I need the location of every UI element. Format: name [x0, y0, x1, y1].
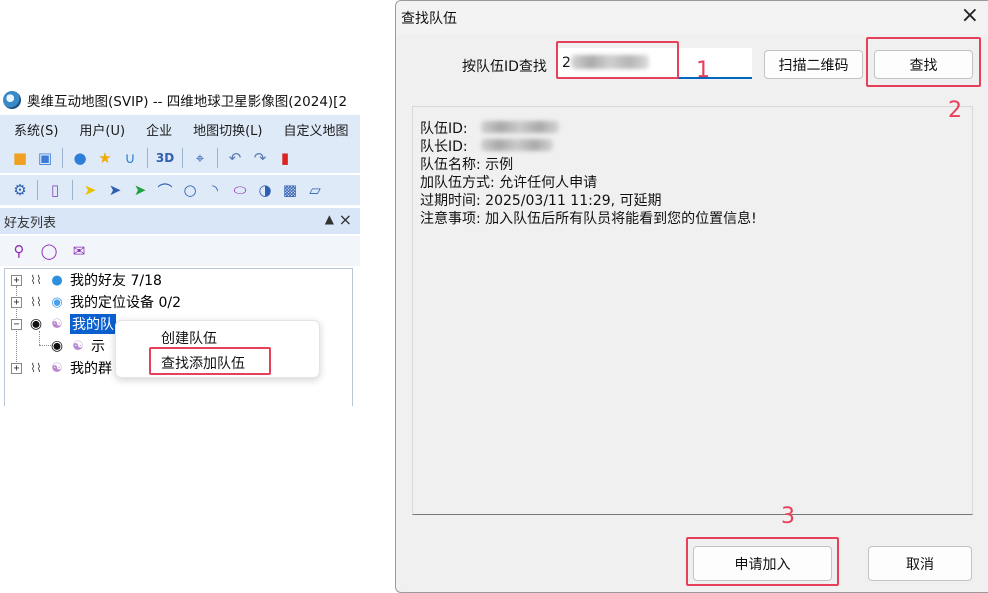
eye-open-icon[interactable]: ◉: [26, 316, 46, 332]
eye-closed-icon[interactable]: ⌇⌇: [26, 295, 46, 309]
dialog-title: 查找队伍: [401, 11, 457, 27]
main-toolbar: ■ ▣ ● ★ ∪ 3D ⌖ ↶ ↷ ▮: [0, 143, 360, 173]
friends-panel-tools: ⚲ ◯ ✉: [0, 236, 360, 266]
collapse-icon[interactable]: −: [11, 318, 22, 330]
team-name-info: 队伍名称: 示例: [420, 157, 514, 173]
team-id-info: 队伍ID:: [420, 121, 468, 137]
group-icon: ☯: [72, 338, 84, 354]
team-id-label: 按队伍ID查找: [462, 59, 547, 75]
find-team-dialog: 查找队伍 × 按队伍ID查找 扫描二维码 查找 队伍ID: 队长ID: 队伍名称…: [395, 0, 988, 593]
arc-tool-icon[interactable]: ◝: [205, 180, 225, 200]
settings-gear-icon[interactable]: ⚙: [10, 180, 30, 200]
person-icon: ●: [51, 272, 63, 288]
toolbar-separator: [72, 180, 73, 200]
app-title: 奥维互动地图(SVIP) -- 四维地球卫星影像图(2024)[2: [27, 94, 348, 110]
panel-title: 好友列表: [4, 215, 57, 231]
menu-map-switch[interactable]: 地图切换(L): [179, 120, 269, 139]
circle-tool-icon[interactable]: ○: [180, 180, 200, 200]
location-pin-icon: ◉: [51, 294, 63, 310]
tree-item-teams[interactable]: − ◉ ☯ 我的队: [5, 313, 116, 335]
leader-id-info: 队长ID:: [420, 139, 468, 155]
toolbar-separator: [147, 148, 148, 168]
menu-more[interactable]: 地: [356, 120, 361, 139]
friends-panel-header: 好友列表 ▲ ×: [0, 208, 360, 234]
annotation-highlight-box: [149, 347, 271, 375]
menu-bar: 系统(S) 用户(U) 企业 地图切换(L) 自定义地图 地: [0, 115, 360, 143]
tree-item-label: 我的定位设备 0/2: [70, 295, 181, 311]
chat-bubble-icon[interactable]: ◯: [40, 242, 58, 260]
redacted-leader-id: [481, 139, 553, 151]
users-icon[interactable]: ●: [70, 148, 90, 168]
ellipse-tool-icon[interactable]: ⬭: [230, 180, 250, 200]
hatched-square-icon[interactable]: ▩: [280, 180, 300, 200]
tree-item-devices[interactable]: + ⌇⌇ ◉ 我的定位设备 0/2: [5, 291, 181, 313]
toolbar-separator: [62, 148, 63, 168]
polygon-tool-icon[interactable]: ▱: [305, 180, 325, 200]
group-icon: ☯: [51, 360, 63, 376]
line-tool-icon[interactable]: ⌒: [155, 180, 175, 200]
yellow-pin-icon[interactable]: ➤: [80, 180, 100, 200]
dialog-title-bar: 查找队伍 ×: [396, 1, 988, 34]
app-logo-icon: [3, 91, 21, 109]
redacted-id-blur: [571, 55, 649, 69]
redo-icon[interactable]: ↷: [250, 148, 270, 168]
annotation-step1: 1: [696, 58, 710, 83]
redacted-team-id: [481, 121, 559, 133]
undo-icon[interactable]: ↶: [225, 148, 245, 168]
expand-icon[interactable]: +: [11, 296, 22, 308]
tree-item-label-selected: 我的队: [70, 314, 116, 334]
scan-qr-button[interactable]: 扫描二维码: [764, 50, 863, 79]
notice-info: 注意事项: 加入队伍后所有队员将能看到您的位置信息!: [420, 211, 757, 227]
menu-system[interactable]: 系统(S): [0, 120, 65, 139]
group-icon: ☯: [51, 316, 63, 332]
3d-view-icon[interactable]: 3D: [155, 148, 175, 168]
expand-icon[interactable]: +: [11, 362, 22, 374]
menu-user[interactable]: 用户(U): [65, 120, 132, 139]
eye-closed-icon[interactable]: ⌇⌇: [26, 273, 46, 287]
cancel-button[interactable]: 取消: [868, 546, 972, 581]
search-button[interactable]: 查找: [874, 50, 973, 79]
tree-item-groups[interactable]: + ⌇⌇ ☯ 我的群: [5, 357, 112, 379]
menu-custom-map[interactable]: 自定义地图: [269, 120, 355, 139]
expiry-info: 过期时间: 2025/03/11 11:29, 可延期: [420, 193, 662, 209]
menu-item-create-team[interactable]: 创建队伍: [161, 328, 217, 348]
apply-join-button[interactable]: 申请加入: [693, 546, 832, 581]
tree-item-friends[interactable]: + ⌇⌇ ● 我的好友 7/18: [5, 269, 162, 291]
drawing-toolbar: ⚙ ▯ ➤ ➤ ➤ ⌒ ○ ◝ ⬭ ◑ ▩ ▱: [0, 175, 360, 205]
toolbar-separator: [217, 148, 218, 168]
close-icon[interactable]: ×: [961, 4, 979, 28]
app-title-bar: 奥维互动地图(SVIP) -- 四维地球卫星影像图(2024)[2: [0, 86, 360, 114]
tree-item-label: 我的好友 7/18: [70, 273, 162, 289]
pin-icon[interactable]: ▲: [325, 212, 334, 226]
document-icon[interactable]: ▯: [45, 180, 65, 200]
save-icon[interactable]: ▣: [35, 148, 55, 168]
tree-item-team-sample[interactable]: ◉ ☯ 示: [47, 335, 105, 357]
menu-enterprise[interactable]: 企业: [132, 120, 179, 139]
team-info-panel: 队伍ID: 队长ID: 队伍名称: 示例 加队伍方式: 允许任何人申请 过期时间…: [412, 106, 973, 515]
join-mode-info: 加队伍方式: 允许任何人申请: [420, 175, 598, 191]
route-icon[interactable]: ∪: [120, 148, 140, 168]
hatched-circle-icon[interactable]: ◑: [255, 180, 275, 200]
toolbar-separator: [37, 180, 38, 200]
annotation-step2: 2: [948, 98, 962, 123]
open-folder-icon[interactable]: ■: [10, 148, 30, 168]
green-pin-icon[interactable]: ➤: [130, 180, 150, 200]
eye-closed-icon[interactable]: ⌇⌇: [26, 361, 46, 375]
blue-pin-icon[interactable]: ➤: [105, 180, 125, 200]
favorites-star-icon[interactable]: ★: [95, 148, 115, 168]
expand-icon[interactable]: +: [11, 274, 22, 286]
tree-item-label: 示: [91, 339, 105, 355]
crop-icon[interactable]: ⌖: [190, 148, 210, 168]
search-icon[interactable]: ⚲: [10, 242, 28, 260]
mail-icon[interactable]: ✉: [70, 242, 88, 260]
toolbar-separator: [182, 148, 183, 168]
tree-item-label: 我的群: [70, 361, 112, 377]
delete-icon[interactable]: ▮: [275, 148, 295, 168]
annotation-step3: 3: [781, 504, 795, 529]
eye-open-icon[interactable]: ◉: [47, 338, 67, 354]
close-icon[interactable]: ×: [339, 210, 352, 229]
